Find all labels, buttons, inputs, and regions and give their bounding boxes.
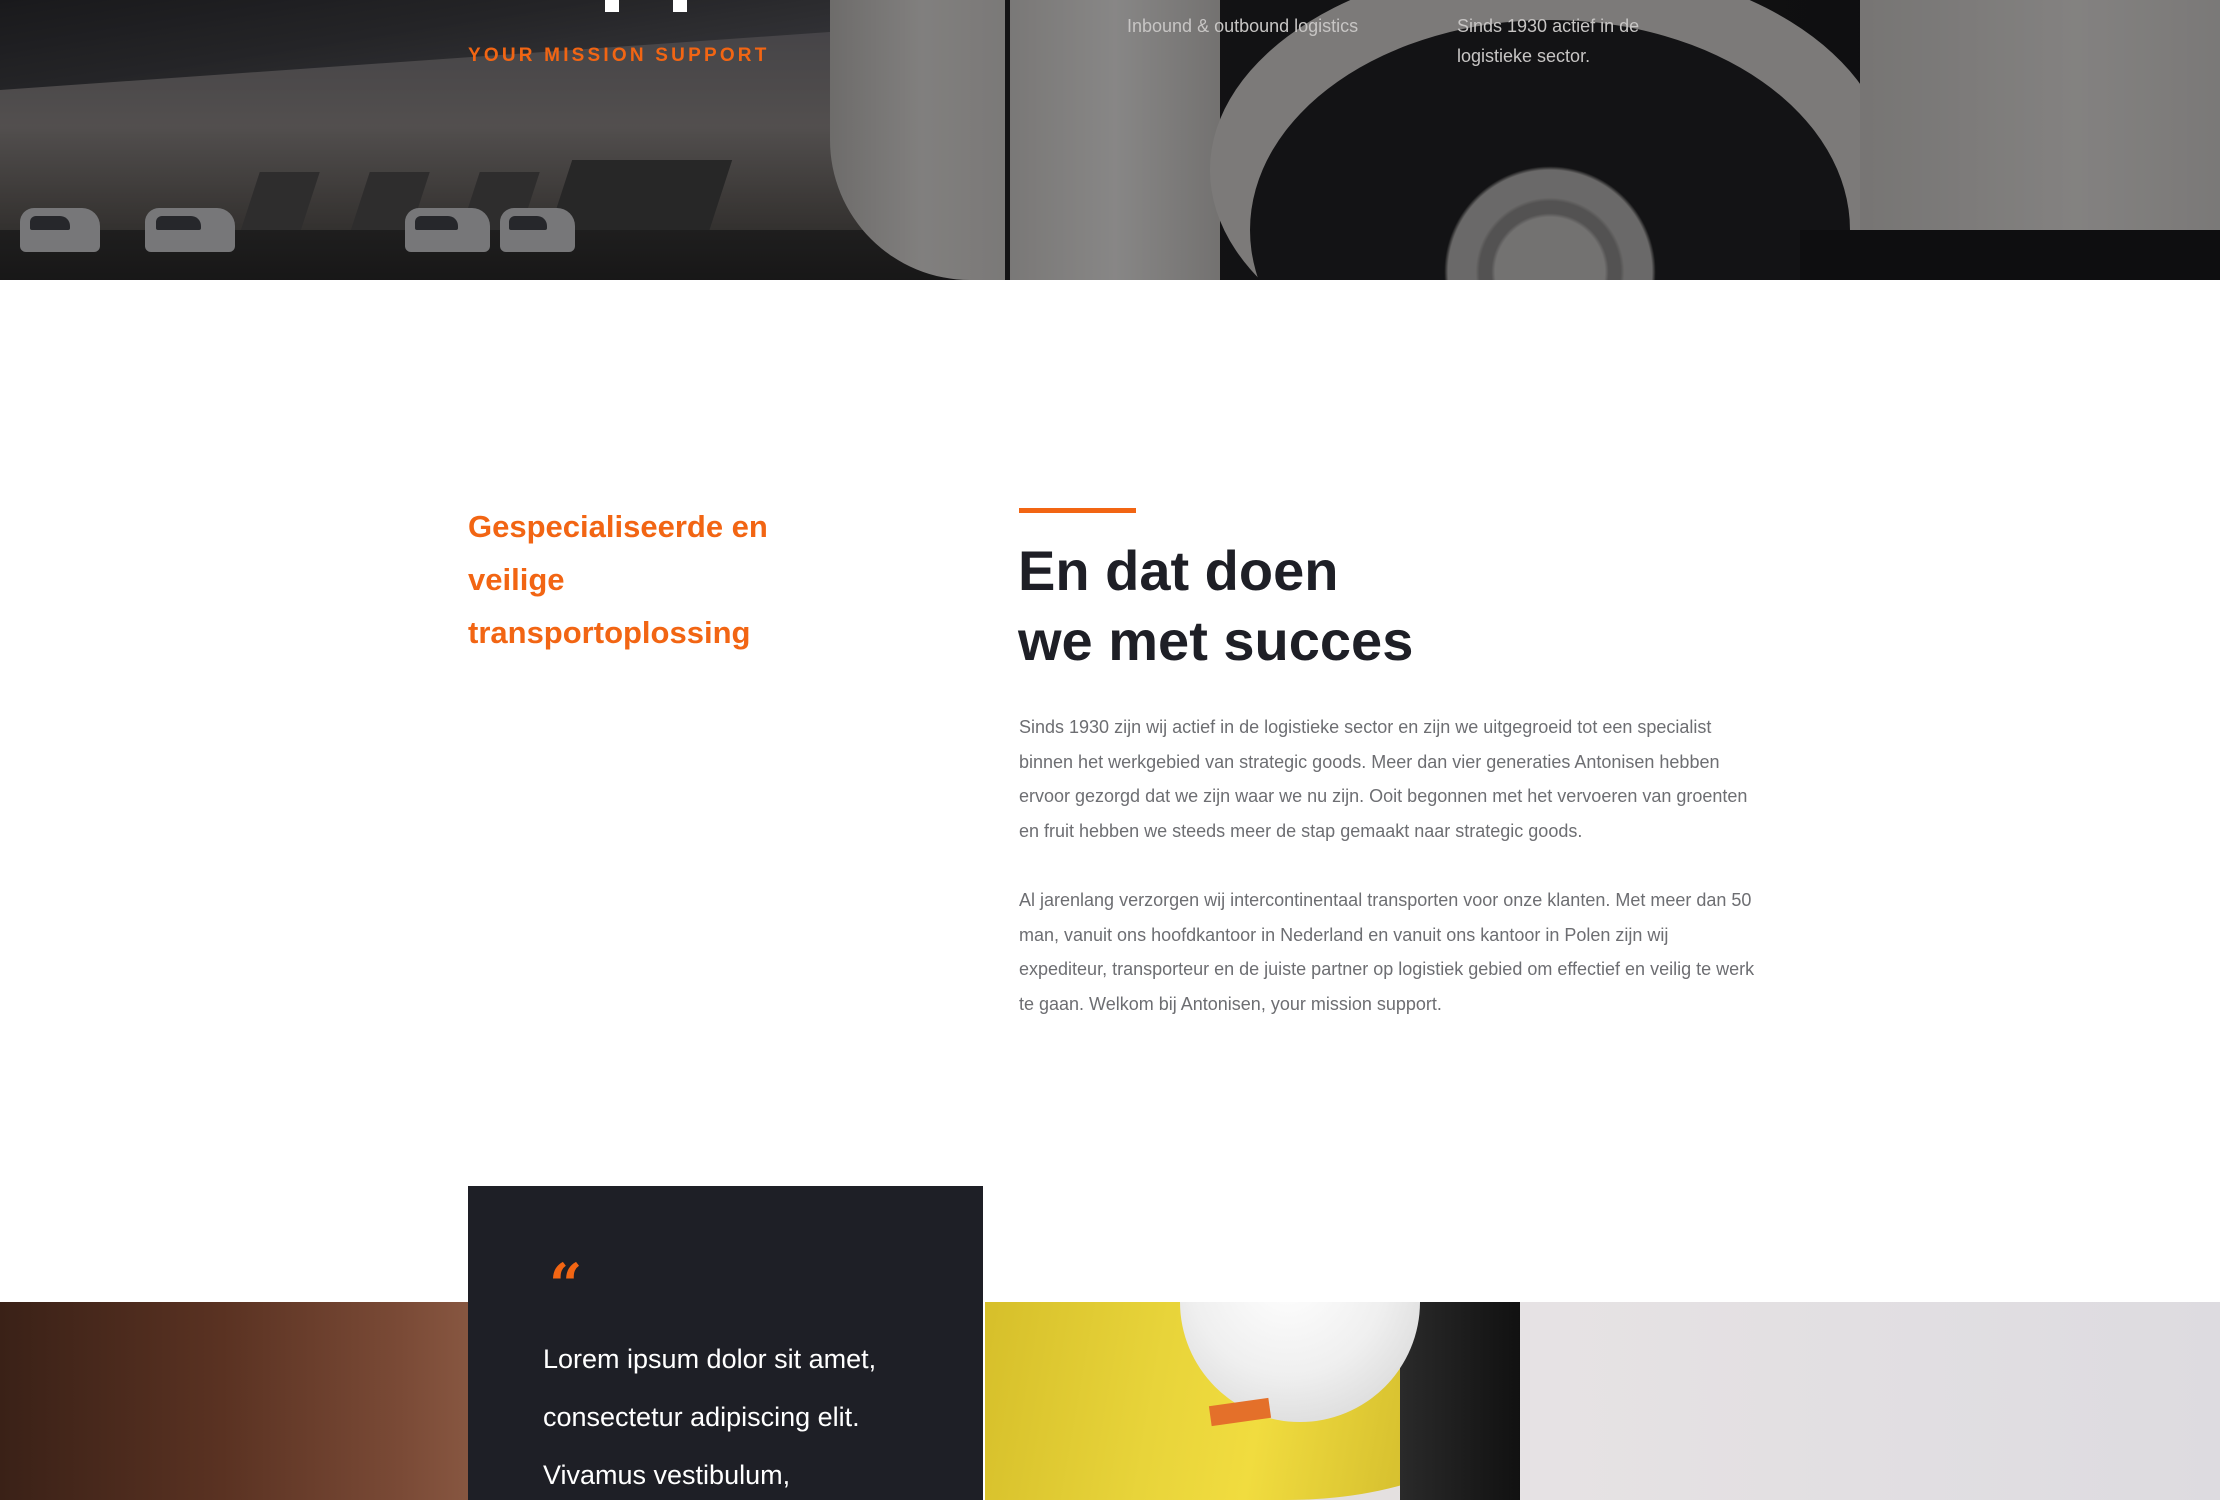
hero-overlay	[0, 0, 2220, 280]
accent-divider	[1019, 508, 1136, 513]
worker-photo-sleeve	[1400, 1302, 1520, 1500]
quote-card: “ Lorem ipsum dolor sit amet, consectetu…	[468, 1186, 983, 1500]
intro-paragraph: Al jarenlang verzorgen wij intercontinen…	[1019, 890, 1755, 1014]
intro-title-line: En dat doen	[1018, 539, 1339, 602]
intro-side-heading: Gespecialiseerde en veilige transportopl…	[468, 509, 768, 650]
quote-icon: “	[549, 1251, 583, 1319]
intro-paragraph: Sinds 1930 zijn wij actief in de logisti…	[1019, 717, 1748, 841]
hero-feature-logistics: Inbound & outbound logistics	[1127, 16, 1359, 36]
logo-mark[interactable]	[605, 0, 687, 12]
hero-tagline: YOUR MISSION SUPPORT	[468, 45, 770, 66]
worker-photo	[0, 1302, 2220, 1500]
hero-section: YOUR MISSION SUPPORT Inbound & outbound …	[0, 0, 2220, 280]
intro-title: En dat doen we met succes	[1018, 536, 1718, 676]
hero-feature-since-1930: Sinds 1930 actief in de logistieke secto…	[1457, 16, 1640, 66]
quote-text: Lorem ipsum dolor sit amet, consectetur …	[543, 1344, 877, 1490]
intro-title-line: we met succes	[1018, 609, 1414, 672]
